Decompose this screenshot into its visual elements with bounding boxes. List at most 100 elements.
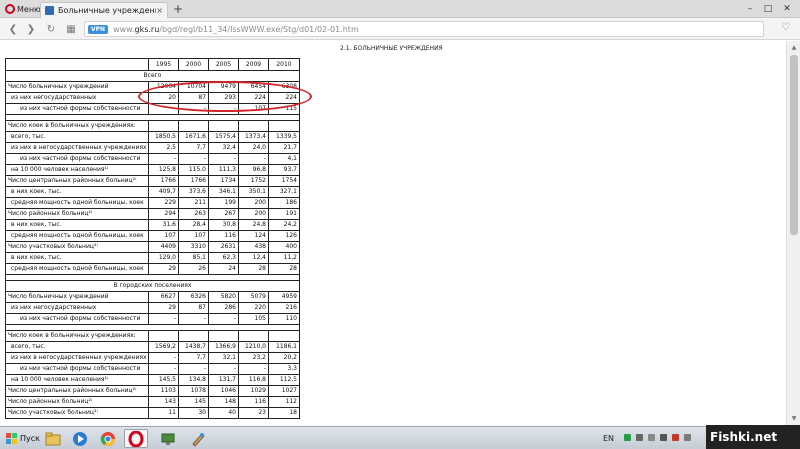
table-row: Число районных больниц²⁾ 294 263 267 200 191	[5, 208, 300, 220]
tab-active[interactable]: Больничные учреждения ×	[40, 2, 168, 18]
table-cell: -	[208, 103, 239, 115]
minimize-button[interactable]: –	[743, 1, 757, 17]
table-cell: 105	[238, 313, 269, 325]
volume-tray-icon[interactable]	[648, 434, 655, 441]
table-cell: 186	[268, 197, 300, 209]
table-cell: 20	[148, 92, 179, 104]
table-cell: 4409	[148, 241, 179, 253]
table-cell: -	[178, 153, 209, 165]
table-row: из них негосударственных 29 87 286 220 216	[5, 302, 300, 314]
table-cell: 62,3	[208, 252, 239, 264]
page-title: 2.1. БОЛЬНИЧНЫЕ УЧРЕЖДЕНИЯ	[340, 45, 443, 52]
table-row: в них коек, тыс. 409,7 373,6 346,1 350,1 327,…	[5, 186, 300, 198]
paint-icon[interactable]	[186, 429, 210, 448]
table-cell: 6308	[268, 81, 300, 93]
vertical-scrollbar[interactable]: ▲ ▼	[786, 41, 800, 426]
table-row: Число больничных учреждений 12064 10704 947…	[5, 81, 300, 93]
table-cell: 145,5	[148, 374, 179, 386]
table-cell: 2631	[208, 241, 239, 253]
scroll-up-icon[interactable]: ▲	[789, 43, 799, 53]
table-row: Число больничных учреждений 6627 6326 5820 5…	[5, 291, 300, 303]
table-row: в них коек, тыс. 31,6 28,4 30,8 24,8 24,2	[5, 219, 300, 231]
vpn-badge[interactable]: VPN	[88, 24, 109, 34]
table-cell: -	[148, 363, 179, 375]
table-cell: 373,6	[178, 186, 209, 198]
row-label: на 10 000 человек населения¹⁾	[5, 374, 149, 386]
table-cell: 346,1	[208, 186, 239, 198]
table-row: всего, тыс. 1569,2 1438,7 1366,9 1210,0 1186,…	[5, 341, 300, 353]
explorer-icon[interactable]	[41, 429, 65, 448]
network-tray-icon[interactable]	[636, 434, 643, 441]
table-cell	[208, 330, 239, 342]
table-row: из них в негосударственных учреждениях 2,…	[5, 142, 300, 154]
row-label: всего, тыс.	[5, 131, 149, 143]
row-label: Число коек в больничных учреждениях:	[5, 120, 149, 132]
opera-menu-button[interactable]: Меню	[2, 1, 44, 17]
table-cell: 131,7	[208, 374, 239, 386]
table-cell: 1078	[178, 385, 209, 397]
media-player-icon[interactable]	[68, 429, 92, 448]
forward-arrow-icon[interactable]: ❯	[24, 22, 38, 36]
row-label: из них частной формы собственности	[5, 313, 149, 325]
table-cell: 3,3	[268, 363, 300, 375]
table-cell: 107	[238, 103, 269, 115]
row-label: Число районных больниц²⁾	[5, 396, 149, 408]
row-label: на 10 000 человек населения¹⁾	[5, 164, 149, 176]
maximize-button[interactable]: □	[761, 1, 775, 17]
scroll-down-icon[interactable]: ▼	[789, 414, 799, 424]
table-row: всего, тыс. 1850,5 1671,6 1575,4 1373,4 1339,…	[5, 131, 300, 143]
back-arrow-icon[interactable]: ❮	[6, 22, 20, 36]
table-cell: 200	[238, 208, 269, 220]
tab-close-icon[interactable]: ×	[156, 6, 163, 15]
table-cell: 107	[148, 230, 179, 242]
table-cell: -	[238, 363, 269, 375]
table-cell: 23	[238, 407, 269, 419]
row-label: Число участковых больниц²⁾	[5, 407, 149, 419]
row-label: Число участковых больниц²⁾	[5, 241, 149, 253]
table-cell: 1752	[238, 175, 269, 187]
opera-logo-icon	[5, 4, 15, 14]
row-label: из них частной формы собственности	[5, 153, 149, 165]
table-cell: 199	[208, 197, 239, 209]
address-bar[interactable]: VPN www. gks.ru/bgd/regl/b11_34/IssWWW.ex…	[84, 21, 764, 37]
table-row: из них частной формы собственности - - -105…	[5, 313, 300, 325]
table-cell: 5079	[238, 291, 269, 303]
section-label: В городских поселениях	[5, 280, 300, 292]
close-window-button[interactable]: ✕	[780, 1, 794, 17]
table-cell: -	[178, 363, 209, 375]
favicon-icon	[45, 6, 54, 15]
table-cell: 4,1	[268, 153, 300, 165]
security-tray-icon[interactable]	[624, 434, 631, 441]
alert-tray-icon[interactable]	[672, 434, 679, 441]
table-row: из них негосударственных 20 87 293 224 224	[5, 92, 300, 104]
table-row: из них частной формы собственности - - -107…	[5, 103, 300, 115]
screen: Меню Больничные учреждения × + – □ ✕ ❮ ❯…	[0, 0, 800, 449]
table-cell: 1754	[268, 175, 300, 187]
new-tab-button[interactable]: +	[173, 1, 183, 17]
navigation-bar: ❮ ❯ ↻ ▦ VPN www. gks.ru/bgd/regl/b11_34/I…	[0, 18, 800, 40]
table-cell: -	[148, 103, 179, 115]
table-cell: 85,1	[178, 252, 209, 264]
watermark: Fishki.net	[706, 425, 800, 449]
bookmark-heart-icon[interactable]: ♡	[781, 22, 790, 33]
row-label: из них негосударственных	[5, 92, 149, 104]
menu-label: Меню	[17, 4, 41, 14]
reload-icon[interactable]: ↻	[44, 22, 58, 36]
url-host: gks.ru	[134, 24, 160, 34]
keyboard-tray-icon[interactable]	[684, 434, 691, 441]
opera-icon[interactable]	[124, 429, 148, 448]
table-cell: 110	[268, 313, 300, 325]
speed-dial-grid-icon[interactable]: ▦	[64, 22, 78, 36]
year-header: 1995	[148, 58, 179, 71]
scrollbar-thumb[interactable]	[790, 55, 798, 235]
start-button[interactable]: Пуск	[2, 430, 44, 447]
language-indicator[interactable]: EN	[603, 431, 614, 446]
network-icon[interactable]	[156, 429, 180, 448]
table-cell: 112	[268, 396, 300, 408]
chrome-icon[interactable]	[96, 429, 120, 448]
table-cell: 1029	[238, 385, 269, 397]
display-tray-icon[interactable]	[660, 434, 667, 441]
row-label: Число коек в больничных учреждениях:	[5, 330, 149, 342]
table-cell: 148	[208, 396, 239, 408]
table-cell: 1339,5	[268, 131, 300, 143]
